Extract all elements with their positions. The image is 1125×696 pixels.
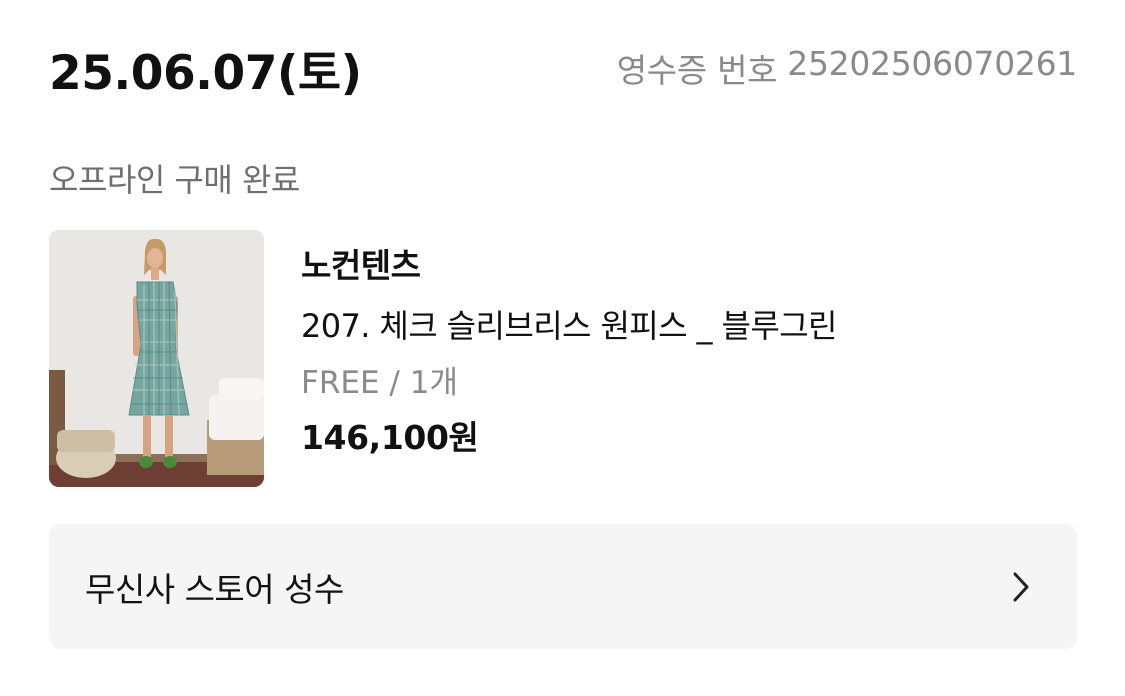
receipt-label: 영수증 번호 bbox=[616, 51, 778, 90]
store-name: 무신사 스토어 성수 bbox=[85, 569, 344, 609]
chevron-right-icon bbox=[1009, 569, 1033, 605]
product-thumbnail[interactable] bbox=[49, 230, 264, 487]
receipt-info: 영수증 번호 25202506070261 bbox=[616, 44, 1078, 92]
order-header: 25.06.07(토) 영수증 번호 25202506070261 bbox=[49, 36, 1078, 101]
product-brand[interactable]: 노컨텐츠 bbox=[301, 244, 837, 288]
product-name[interactable]: 207. 체크 슬리브리스 원피스 _ 블루그린 bbox=[301, 304, 837, 348]
product-price: 146,100원 bbox=[301, 418, 479, 457]
receipt-number: 25202506070261 bbox=[787, 44, 1077, 83]
option-quantity: 1개 bbox=[409, 365, 458, 401]
order-date: 25.06.07(토) bbox=[49, 45, 362, 101]
product-item[interactable]: 노컨텐츠 207. 체크 슬리브리스 원피스 _ 블루그린 FREE / 1개 … bbox=[49, 230, 837, 487]
order-status: 오프라인 구매 완료 bbox=[49, 161, 300, 199]
store-link[interactable]: 무신사 스토어 성수 bbox=[49, 524, 1077, 649]
option-size: FREE bbox=[301, 365, 380, 401]
product-option: FREE / 1개 bbox=[301, 361, 837, 405]
product-info: 노컨텐츠 207. 체크 슬리브리스 원피스 _ 블루그린 FREE / 1개 … bbox=[301, 230, 837, 487]
option-separator: / bbox=[389, 365, 400, 401]
